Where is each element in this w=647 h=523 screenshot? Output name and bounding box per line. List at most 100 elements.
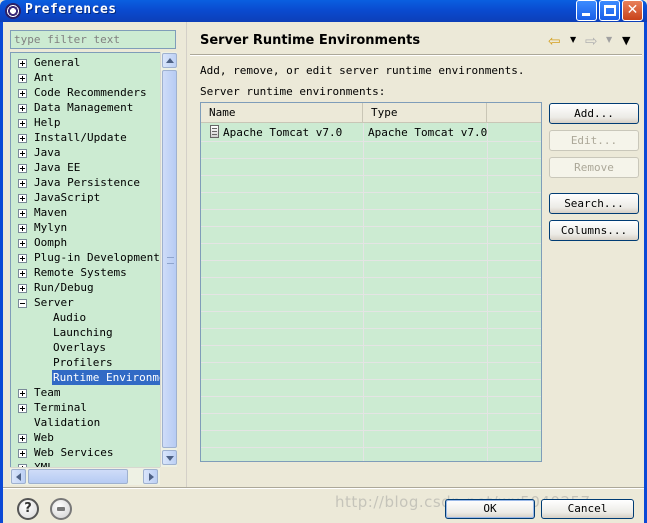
- expand-icon[interactable]: [18, 224, 27, 233]
- horizontal-scroll-thumb[interactable]: [28, 469, 128, 484]
- expand-icon[interactable]: [18, 434, 27, 443]
- expand-icon[interactable]: [18, 164, 27, 173]
- cancel-button[interactable]: Cancel: [541, 499, 634, 519]
- grid-row-line: [201, 430, 541, 431]
- view-menu-icon[interactable]: ▼: [622, 34, 630, 50]
- vertical-scroll-thumb[interactable]: [162, 70, 177, 448]
- grid-row-line: [201, 141, 541, 142]
- scroll-down-button[interactable]: [162, 450, 177, 465]
- tree-node-label: Web Services: [34, 446, 114, 459]
- scroll-left-button[interactable]: [11, 469, 26, 484]
- add-button[interactable]: Add...: [549, 103, 639, 124]
- server-runtime-icon: [210, 125, 219, 138]
- preference-tree: General Ant Code Recommenders Data Manageme…: [10, 52, 177, 485]
- expand-icon[interactable]: [18, 179, 27, 188]
- filter-input[interactable]: type filter text: [10, 30, 176, 49]
- expand-icon[interactable]: [18, 134, 27, 143]
- search-button[interactable]: Search...: [549, 193, 639, 214]
- tree-node-label: Data Management: [34, 101, 134, 114]
- table-row[interactable]: Apache Tomcat v7.0 Apache Tomcat v7.0: [201, 124, 541, 141]
- scroll-right-button[interactable]: [143, 469, 158, 484]
- tree-node-label: Runtime Environmen: [52, 370, 174, 385]
- forward-arrow-icon[interactable]: ⇨: [585, 32, 598, 50]
- grid-column-line: [363, 123, 364, 461]
- edit-button[interactable]: Edit...: [549, 130, 639, 151]
- expand-icon[interactable]: [18, 119, 27, 128]
- tree-node-label: Run/Debug: [34, 281, 94, 294]
- expand-icon[interactable]: [18, 89, 27, 98]
- forward-history-dropdown-icon[interactable]: ▼: [606, 35, 612, 51]
- maximize-icon: [604, 5, 616, 16]
- filter-placeholder: type filter text: [14, 33, 120, 46]
- tree-node-label: Oomph: [34, 236, 68, 249]
- close-button[interactable]: ✕: [622, 0, 643, 21]
- close-icon: ✕: [626, 2, 639, 18]
- eclipse-icon: [5, 3, 21, 19]
- grid-row-line: [201, 209, 541, 210]
- expand-icon[interactable]: [18, 254, 27, 263]
- grid-row-line: [201, 345, 541, 346]
- arrow-up-icon: [166, 58, 174, 63]
- tree-node-label: Java EE: [34, 161, 81, 174]
- tree-node-label: Plug-in Development: [34, 251, 160, 264]
- grid-column-line: [487, 123, 488, 461]
- tree-node-label: Validation: [34, 416, 101, 429]
- title-bar[interactable]: Preferences ✕: [0, 0, 647, 22]
- help-icon[interactable]: ?: [17, 498, 39, 520]
- tree-node-label: Ant: [34, 71, 54, 84]
- grip-icon: [167, 257, 174, 264]
- expand-icon[interactable]: [18, 404, 27, 413]
- tree-node-label: JavaScript: [34, 191, 101, 204]
- import-export-icon[interactable]: [50, 498, 72, 520]
- grid-row-line: [201, 311, 541, 312]
- minimize-icon: [582, 13, 590, 16]
- arrow-down-icon: [166, 456, 174, 461]
- back-history-dropdown-icon[interactable]: ▼: [570, 35, 576, 51]
- grid-row-line: [201, 294, 541, 295]
- tree-node-label: Help: [34, 116, 61, 129]
- remove-button[interactable]: Remove: [549, 157, 639, 178]
- back-arrow-icon[interactable]: ⇦: [548, 32, 561, 50]
- column-header-type[interactable]: Type: [363, 103, 487, 123]
- expand-icon[interactable]: [18, 269, 27, 278]
- tree-node-label: Java Persistence: [34, 176, 140, 189]
- expand-icon[interactable]: [18, 149, 27, 158]
- expand-icon[interactable]: [18, 74, 27, 83]
- cell-name: Apache Tomcat v7.0: [223, 126, 343, 139]
- page-title: Server Runtime Environments: [200, 33, 421, 48]
- arrow-left-icon: [16, 473, 21, 481]
- expand-icon[interactable]: [18, 104, 27, 113]
- expand-icon[interactable]: [18, 239, 27, 248]
- grid-row-line: [201, 413, 541, 414]
- title-separator: [190, 54, 642, 56]
- maximize-button[interactable]: [599, 0, 620, 21]
- tree-vertical-scrollbar[interactable]: [160, 52, 177, 467]
- tree-node-label: Install/Update: [34, 131, 127, 144]
- grid-row-line: [201, 447, 541, 448]
- expand-icon[interactable]: [18, 59, 27, 68]
- grid-row-line: [201, 243, 541, 244]
- pane-divider[interactable]: [186, 22, 187, 487]
- ok-button[interactable]: OK: [445, 499, 535, 519]
- grid-row-line: [201, 362, 541, 363]
- tree-node-label: Profilers: [53, 356, 113, 369]
- expand-icon[interactable]: [18, 284, 27, 293]
- collapse-icon[interactable]: [18, 299, 27, 308]
- table-header: Name Type: [201, 103, 541, 123]
- expand-icon[interactable]: [18, 209, 27, 218]
- tree-node-label: Team: [34, 386, 61, 399]
- column-header-name[interactable]: Name: [201, 103, 363, 123]
- expand-icon[interactable]: [18, 449, 27, 458]
- runtime-table[interactable]: Name Type Apache Tomcat v7.0 Apache Tomc…: [200, 102, 542, 462]
- grid-row-line: [201, 328, 541, 329]
- arrow-right-icon: [149, 473, 154, 481]
- tree-node-label: Code Recommenders: [34, 86, 147, 99]
- expand-icon[interactable]: [18, 194, 27, 203]
- tree-node-label: Terminal: [34, 401, 87, 414]
- minimize-button[interactable]: [576, 0, 597, 21]
- tree-node-label: Web: [34, 431, 54, 444]
- columns-button[interactable]: Columns...: [549, 220, 639, 241]
- tree-horizontal-scrollbar[interactable]: [10, 467, 160, 485]
- expand-icon[interactable]: [18, 389, 27, 398]
- scroll-up-button[interactable]: [162, 53, 177, 68]
